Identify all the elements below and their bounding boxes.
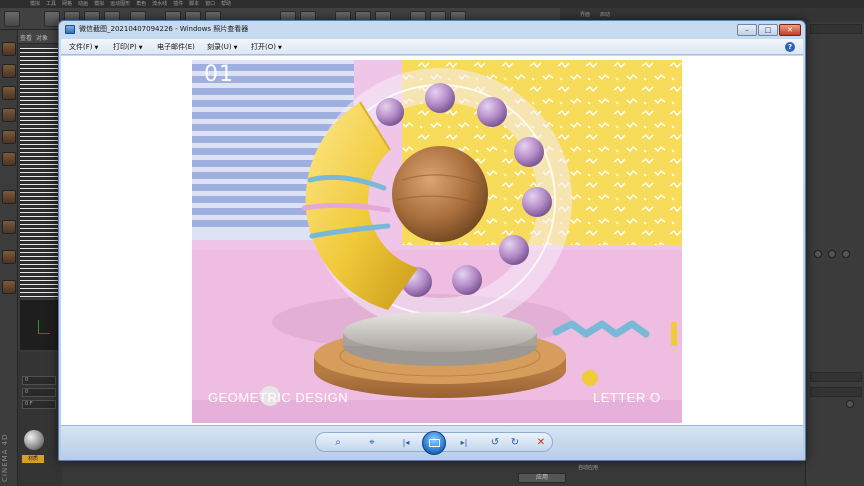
- c4d-menu-item[interactable]: 插件: [173, 0, 183, 8]
- chevron-down-icon: ▼: [233, 45, 238, 51]
- y-axis-line: [38, 320, 39, 334]
- menu-file[interactable]: 文件(F) ▼: [69, 42, 98, 52]
- mini-viewport: [20, 300, 60, 350]
- c4d-menu-item[interactable]: 运动图形: [110, 0, 130, 8]
- c4d-menu-item[interactable]: 帮助: [221, 0, 231, 8]
- menu-print[interactable]: 打印(P) ▼: [113, 42, 143, 52]
- c4d-menu-item[interactable]: 工具: [46, 0, 56, 8]
- coord-field[interactable]: 0: [22, 388, 56, 397]
- c4d-attributes-panel: 0 0 0 F: [18, 352, 62, 486]
- auto-apply-checkbox[interactable]: 自动应用: [578, 463, 618, 473]
- minimize-button[interactable]: –: [737, 24, 757, 36]
- c4d-menu-item[interactable]: 流水线: [152, 0, 167, 8]
- texture-mode-icon[interactable]: [2, 64, 16, 78]
- maximize-button[interactable]: □: [758, 24, 778, 36]
- c4d-menubar: 模拟 工具 网格 动画 模拟 运动图形 角色 流水线 插件 脚本 窗口 帮助: [0, 0, 864, 8]
- c4d-brand: CINEMA 4D: [1, 433, 9, 483]
- panel-button[interactable]: [814, 250, 822, 258]
- object-panel-tab[interactable]: 查看: [20, 33, 32, 42]
- workplane-icon[interactable]: [2, 86, 16, 100]
- menu-label: 电子邮件(E): [157, 43, 195, 51]
- panel-button[interactable]: [842, 250, 850, 258]
- c4d-menu-item[interactable]: 脚本: [189, 0, 199, 8]
- c4d-menu-item[interactable]: 模拟: [30, 0, 40, 8]
- menu-label: 刻录(U): [207, 43, 232, 51]
- edges-mode-icon[interactable]: [2, 130, 16, 144]
- c4d-bottom-strip: [62, 460, 805, 486]
- title-bar[interactable]: 微信截图_20210407094226 - Windows 照片查看器 – □ …: [59, 21, 805, 39]
- photo-viewer-menubar: 文件(F) ▼ 打印(P) ▼ 电子邮件(E) 刻录(U) ▼ 打开(O) ▼ ?: [61, 39, 803, 55]
- c4d-menu-item[interactable]: 角色: [136, 0, 146, 8]
- menu-label: 打印(P): [113, 43, 137, 51]
- apply-button[interactable]: 应用: [518, 473, 566, 483]
- c4d-menu-item[interactable]: 网格: [62, 0, 72, 8]
- menu-label: 文件(F): [69, 43, 93, 51]
- x-axis-line: [38, 333, 50, 334]
- fit-window-icon[interactable]: ⌖: [364, 437, 380, 449]
- help-icon[interactable]: ?: [785, 42, 795, 52]
- chevron-down-icon: ▼: [277, 45, 282, 51]
- panel-button[interactable]: [828, 250, 836, 258]
- menu-open[interactable]: 打开(O) ▼: [251, 42, 282, 52]
- material-preview[interactable]: [24, 430, 44, 450]
- artwork-caption-right: LETTER O: [593, 390, 661, 405]
- c4d-right-menu-item[interactable]: 界面: [580, 11, 590, 19]
- photo-viewer-icon: [65, 25, 75, 34]
- next-button[interactable]: ▸|: [454, 437, 474, 449]
- photo-viewer-controls: ⌕ ⌖ |◂ ▸| ↺ ↻ ✕: [61, 425, 803, 460]
- object-list: [20, 48, 60, 298]
- artwork-index: 01: [204, 62, 234, 87]
- displayed-image: 01 GEOMETRIC DESIGN LETTER O: [192, 60, 682, 423]
- delete-icon[interactable]: ✕: [534, 437, 548, 449]
- lock-icon[interactable]: [2, 250, 16, 264]
- artwork-graphic: [192, 60, 682, 423]
- paint-icon[interactable]: [2, 280, 16, 294]
- c4d-menu-item[interactable]: 模拟: [94, 0, 104, 8]
- frame-field[interactable]: 0 F: [22, 400, 56, 409]
- chevron-down-icon: ▼: [138, 45, 143, 51]
- photo-viewer-window: 微信截图_20210407094226 - Windows 照片查看器 – □ …: [58, 20, 806, 461]
- controls-pill: ⌕ ⌖ |◂ ▸| ↺ ↻ ✕: [315, 431, 553, 455]
- menu-email[interactable]: 电子邮件(E): [157, 42, 195, 52]
- rotate-right-icon[interactable]: ↻: [508, 437, 522, 449]
- c4d-menu-item[interactable]: 动画: [78, 0, 88, 8]
- slideshow-button[interactable]: [422, 431, 446, 455]
- right-panel-field[interactable]: [810, 387, 862, 397]
- material-label: 材质: [22, 455, 44, 463]
- close-button[interactable]: ✕: [779, 24, 801, 36]
- right-panel-field[interactable]: [810, 372, 862, 382]
- c4d-tool-palette: [0, 30, 18, 486]
- c4d-right-panel: [805, 22, 864, 486]
- model-mode-icon[interactable]: [2, 42, 16, 56]
- undo-icon[interactable]: [4, 11, 20, 27]
- panel-button[interactable]: [846, 400, 854, 408]
- artwork-caption-left: GEOMETRIC DESIGN: [208, 390, 349, 405]
- coord-field[interactable]: 0: [22, 376, 56, 385]
- c4d-menu-item[interactable]: 窗口: [205, 0, 215, 8]
- image-canvas: 01 GEOMETRIC DESIGN LETTER O: [61, 56, 803, 443]
- chevron-down-icon: ▼: [94, 45, 99, 51]
- c4d-right-menu-item[interactable]: 启动: [600, 11, 610, 19]
- polygons-mode-icon[interactable]: [2, 152, 16, 166]
- previous-button[interactable]: |◂: [396, 437, 416, 449]
- menu-burn[interactable]: 刻录(U) ▼: [207, 42, 237, 52]
- object-panel-header: 查看 对象: [18, 30, 62, 44]
- menu-label: 打开(O): [251, 43, 276, 51]
- slideshow-icon: [429, 439, 440, 447]
- object-panel-tab[interactable]: 对象: [36, 33, 48, 42]
- rotate-left-icon[interactable]: ↺: [488, 437, 502, 449]
- window-title: 微信截图_20210407094226 - Windows 照片查看器: [79, 25, 249, 33]
- magnet-icon[interactable]: [2, 220, 16, 234]
- right-panel-field[interactable]: [810, 24, 862, 34]
- snap-icon[interactable]: [2, 190, 16, 204]
- zoom-icon[interactable]: ⌕: [330, 437, 346, 449]
- points-mode-icon[interactable]: [2, 108, 16, 122]
